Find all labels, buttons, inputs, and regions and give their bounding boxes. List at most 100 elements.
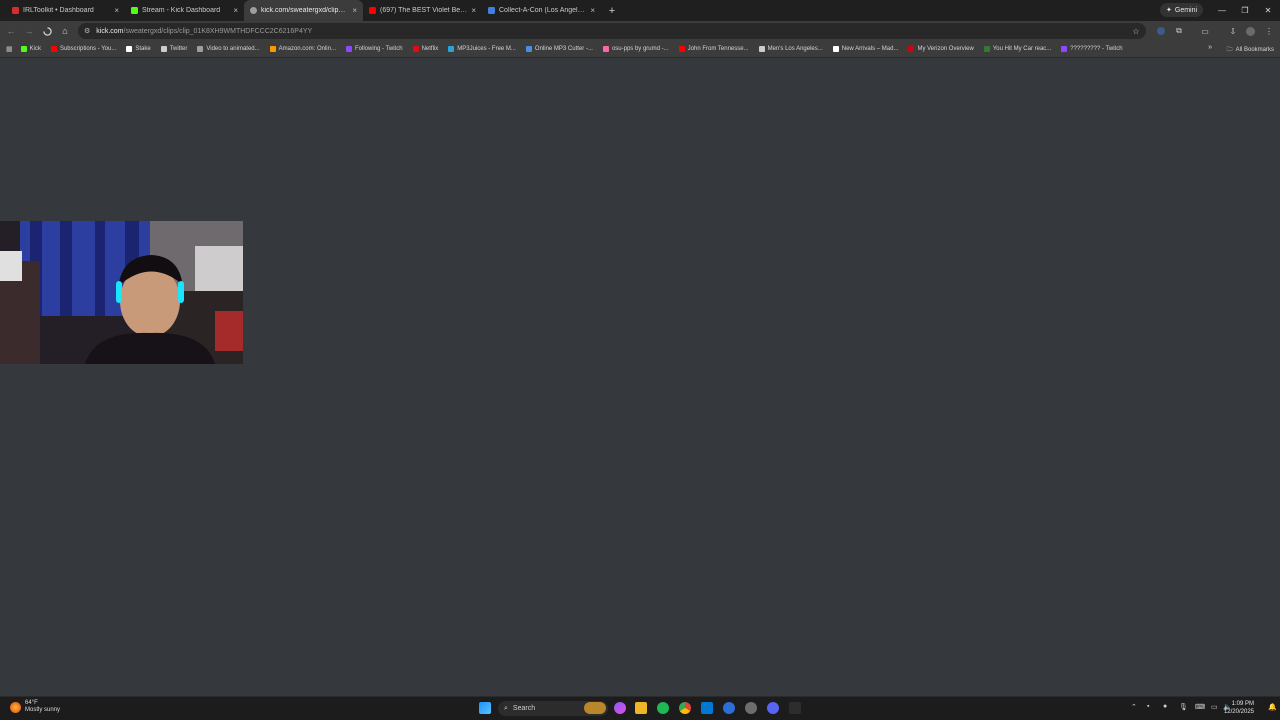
clock-date: 12/20/2025: [1223, 709, 1254, 715]
bookmark-item[interactable]: Amazon.com: Onlin...: [269, 46, 336, 52]
page-content: [0, 58, 1280, 696]
bookmark-label: Stake: [135, 46, 151, 52]
gemini-button[interactable]: ✦ Gemini: [1160, 3, 1204, 17]
gemini-label: Gemini: [1174, 6, 1198, 14]
folder-icon: 🗀: [1226, 47, 1233, 53]
weather-desc: Mostly sunny: [25, 707, 61, 713]
bookmark-favicon-icon: [160, 46, 167, 52]
profile-avatar-icon[interactable]: [1244, 25, 1256, 37]
bookmark-item[interactable]: Stake: [126, 46, 151, 52]
bookmark-label: Netflix: [421, 46, 439, 52]
address-bar[interactable]: ⚙ kick.com/sweatergxd/clips/clip_01K8XH9…: [78, 23, 1146, 39]
bookmark-label: John From Tennesse...: [687, 46, 749, 52]
all-bookmarks-label: All Bookmarks: [1235, 47, 1274, 53]
extension-icon[interactable]: [1155, 25, 1167, 37]
weather-widget[interactable]: 64°F Mostly sunny: [10, 700, 60, 714]
discord-icon[interactable]: [767, 702, 779, 714]
browser-toolbar: ← → ⌂ ⚙ kick.com/sweatergxd/clips/clip_0…: [0, 21, 1280, 41]
tab-close-icon[interactable]: ×: [352, 6, 357, 15]
tab-close-icon[interactable]: ×: [114, 6, 119, 15]
home-icon[interactable]: ⌂: [58, 24, 72, 38]
tab-close-icon[interactable]: ×: [590, 6, 595, 15]
tray-overflow-chevron-icon[interactable]: ⌃: [1131, 703, 1137, 711]
bookmark-item[interactable]: Men's Los Angeles...: [758, 46, 823, 52]
notifications-bell-icon[interactable]: 🔔: [1268, 703, 1277, 711]
bookmark-label: You Hit My Car reac...: [992, 46, 1052, 52]
close-window-button[interactable]: ✕: [1257, 0, 1279, 21]
start-windows-icon[interactable]: [479, 702, 491, 714]
tab-collect-a-con[interactable]: Collect-A-Con (Los Angeles 2 ×: [482, 0, 601, 21]
keyboard-icon[interactable]: ⌨: [1195, 703, 1205, 711]
tab-youtube-video[interactable]: (697) The BEST Violet Beauregar ×: [363, 0, 482, 21]
microphone-icon[interactable]: 🎙: [1179, 703, 1188, 711]
all-bookmarks-button[interactable]: » 🗀 All Bookmarks: [1208, 44, 1274, 55]
search-highlight-icon[interactable]: [584, 702, 606, 714]
tab-title: kick.com/sweatergxd/clips/clip: [261, 7, 349, 14]
bookmark-item[interactable]: Following - Twitch: [345, 46, 403, 52]
forward-arrow-icon[interactable]: →: [22, 24, 36, 38]
tray-shield-icon[interactable]: ●: [1163, 703, 1167, 710]
bookmarks-bar: ▦ Kick Subscriptions - You... Stake Twitter…: [0, 41, 1280, 58]
chrome-icon[interactable]: [679, 702, 691, 714]
spotify-icon[interactable]: [657, 702, 669, 714]
chevrons-right-icon[interactable]: »: [1208, 44, 1212, 51]
tray-app-icon[interactable]: ▪: [1147, 703, 1149, 710]
bookmark-label: Twitter: [169, 46, 188, 52]
bookmark-item[interactable]: Kick: [20, 46, 41, 52]
bookmark-item[interactable]: osu-pps by grumd -...: [602, 46, 669, 52]
bookmark-item[interactable]: John From Tennesse...: [678, 46, 749, 52]
apps-grid-icon[interactable]: ▦: [6, 45, 13, 53]
extensions-puzzle-icon[interactable]: ⧉: [1173, 25, 1185, 37]
bookmark-item[interactable]: Twitter: [160, 46, 188, 52]
bookmark-item[interactable]: You Hit My Car reac...: [983, 46, 1052, 52]
store-icon[interactable]: [701, 702, 713, 714]
bookmark-item[interactable]: Subscriptions - You...: [50, 46, 117, 52]
bookmark-item[interactable]: New Arrivals – Mad...: [832, 46, 898, 52]
clock[interactable]: 1:09 PM 12/20/2025: [1224, 700, 1254, 716]
bookmark-label: Subscriptions - You...: [59, 46, 117, 52]
tab-kick-dashboard[interactable]: Stream - Kick Dashboard ×: [125, 0, 244, 21]
bookmark-favicon-icon: [602, 46, 609, 52]
app-c-icon[interactable]: [723, 702, 735, 714]
new-tab-button[interactable]: +: [605, 0, 619, 21]
bookmark-label: Online MP3 Cutter -...: [534, 46, 593, 52]
bookmark-favicon-icon: [20, 46, 27, 52]
bookmark-star-icon[interactable]: ☆: [1130, 25, 1142, 37]
minimize-button[interactable]: —: [1211, 0, 1233, 21]
app-settings-icon[interactable]: [745, 702, 757, 714]
stop-loading-icon[interactable]: [40, 24, 54, 38]
menu-kebab-icon[interactable]: ⋮: [1263, 25, 1275, 37]
irltoolkit-favicon-icon: [12, 7, 19, 14]
search-icon: ⌕: [504, 704, 508, 712]
bookmark-favicon-icon: [678, 46, 685, 52]
file-explorer-icon[interactable]: [635, 702, 647, 714]
downloads-icon[interactable]: ⇩: [1227, 25, 1239, 37]
tab-title: Stream - Kick Dashboard: [142, 7, 221, 14]
bookmark-item[interactable]: MP3Juices - Free M...: [448, 46, 516, 52]
bookmark-favicon-icon: [525, 46, 532, 52]
back-arrow-icon[interactable]: ←: [4, 24, 18, 38]
tab-close-icon[interactable]: ×: [233, 6, 238, 15]
network-icon[interactable]: ▭: [1211, 703, 1218, 711]
bookmark-item[interactable]: Netflix: [412, 46, 439, 52]
app-g-icon[interactable]: [789, 702, 801, 714]
tab-irltoolkit[interactable]: IRLToolkit • Dashboard ×: [6, 0, 125, 21]
tab-close-icon[interactable]: ×: [471, 6, 476, 15]
site-info-icon[interactable]: ⚙: [84, 27, 90, 35]
bookmark-favicon-icon: [908, 46, 915, 52]
bookmark-label: Video to animated...: [206, 46, 260, 52]
restore-button[interactable]: ❐: [1234, 0, 1256, 21]
bookmark-favicon-icon: [269, 46, 276, 52]
bookmark-label: Men's Los Angeles...: [767, 46, 823, 52]
url-host: kick.com: [96, 27, 124, 35]
bookmark-item[interactable]: My Verizon Overview: [908, 46, 974, 52]
bookmark-label: osu-pps by grumd -...: [611, 46, 669, 52]
youtube-favicon-icon: [369, 7, 376, 14]
copilot-icon[interactable]: [614, 702, 626, 714]
bookmark-item[interactable]: Video to animated...: [197, 46, 260, 52]
bookmark-favicon-icon: [758, 46, 765, 52]
bookmark-item[interactable]: ????????? - Twitch: [1061, 46, 1123, 52]
tab-kick-clip[interactable]: kick.com/sweatergxd/clips/clip ×: [244, 0, 363, 21]
side-panel-icon[interactable]: ▭: [1199, 25, 1211, 37]
bookmark-item[interactable]: Online MP3 Cutter -...: [525, 46, 593, 52]
